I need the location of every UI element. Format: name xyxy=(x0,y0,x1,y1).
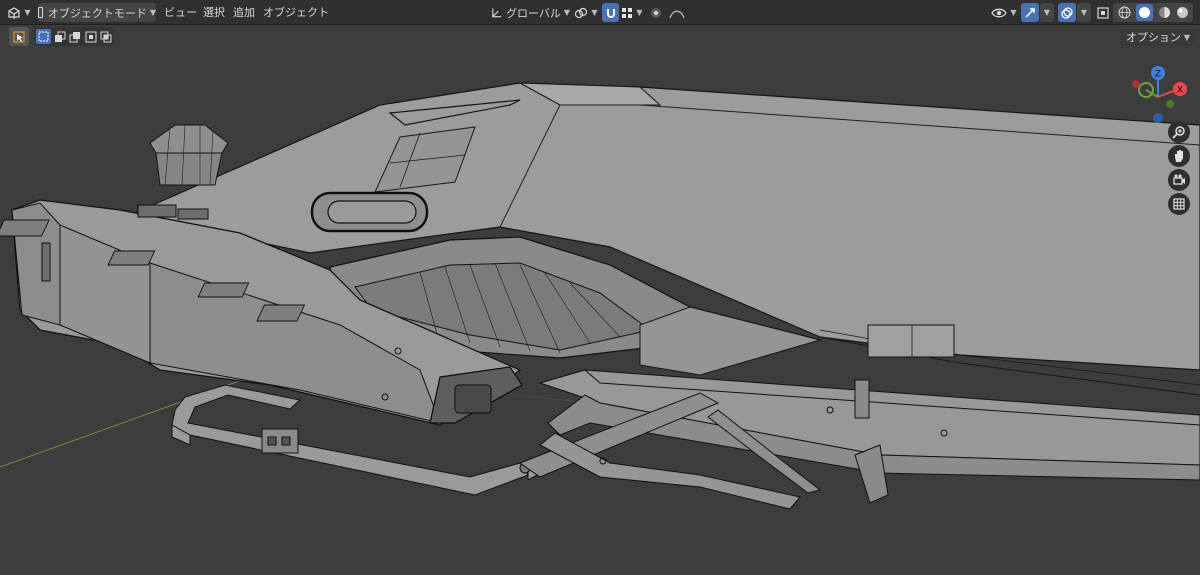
chevron-down-icon: ▼ xyxy=(24,8,31,17)
object-mode-icon xyxy=(38,7,43,18)
orientation-label: グローバル xyxy=(505,6,561,20)
snap-increment-icon xyxy=(622,7,633,18)
chevron-down-icon: ▼ xyxy=(636,8,643,17)
chevron-down-icon: ▼ xyxy=(149,8,156,17)
select-mode-set-button[interactable] xyxy=(35,29,51,44)
select-intersect-icon[interactable] xyxy=(100,31,112,43)
hand-pan-icon xyxy=(1175,150,1183,162)
material-shading-icon[interactable] xyxy=(1158,6,1171,19)
select-set-icon xyxy=(38,31,49,42)
menu-object[interactable]: オブジェクト xyxy=(263,3,329,22)
pivot-point-dropdown[interactable]: ▼ xyxy=(573,3,599,22)
xray-toggle[interactable] xyxy=(1095,3,1111,22)
grid-ortho-icon xyxy=(1173,198,1185,210)
select-tool-button[interactable] xyxy=(9,27,29,46)
mode-label: オブジェクトモード xyxy=(47,6,147,20)
pan-button[interactable] xyxy=(1168,145,1190,167)
viewport-header: ▼ オブジェクトモード ▼ ビュー 選択 追加 オブジェクト グローバル ▼ ▼ xyxy=(0,0,1200,25)
chevron-down-icon: ▼ xyxy=(1080,8,1088,17)
chevron-down-icon: ▼ xyxy=(591,8,598,17)
overlays-icon xyxy=(1061,6,1073,19)
select-invert-icon[interactable] xyxy=(85,31,97,43)
select-subtract-icon[interactable] xyxy=(69,31,81,43)
gizmo-x-label: X xyxy=(1177,86,1183,96)
gizmo-dropdown[interactable]: ▼ xyxy=(1040,3,1054,22)
gizmo-neg-z[interactable] xyxy=(1153,113,1163,123)
snap-toggle[interactable] xyxy=(602,3,619,22)
3d-viewport-icon xyxy=(8,6,21,19)
wireframe-shading-icon[interactable] xyxy=(1118,6,1131,19)
camera-icon xyxy=(1173,174,1185,185)
chevron-down-icon: ▼ xyxy=(1010,8,1017,17)
camera-view-button[interactable] xyxy=(1168,169,1190,191)
falloff-curve-icon xyxy=(669,10,685,18)
mode-dropdown[interactable]: オブジェクトモード ▼ xyxy=(38,3,156,22)
snap-magnet-icon xyxy=(606,8,615,18)
select-mode-group xyxy=(34,27,114,46)
gizmo-neg-y[interactable] xyxy=(1166,100,1174,108)
options-dropdown[interactable]: オプション ▼ xyxy=(1119,28,1196,46)
gizmo-arrow-icon xyxy=(1025,7,1035,18)
3d-viewport[interactable]: オプション ▼ Z X xyxy=(0,25,1200,575)
editor-type-button[interactable]: ▼ xyxy=(4,3,34,22)
chevron-down-icon: ▼ xyxy=(1183,32,1190,42)
menu-add[interactable]: 追加 xyxy=(233,3,255,22)
overlays-toggle[interactable] xyxy=(1058,3,1076,22)
zoom-icon xyxy=(1172,126,1185,139)
solid-shading-icon xyxy=(1138,7,1150,18)
dome-turret xyxy=(149,124,229,186)
options-label: オプション xyxy=(1125,31,1181,44)
proportional-edit-icon xyxy=(650,7,661,18)
chevron-down-icon: ▼ xyxy=(563,8,570,17)
eye-icon xyxy=(991,8,1008,17)
proportional-edit-toggle[interactable] xyxy=(648,3,663,22)
solid-shading-button[interactable] xyxy=(1135,4,1153,21)
menu-view[interactable]: ビュー xyxy=(164,3,197,22)
select-extend-icon[interactable] xyxy=(54,31,66,43)
shading-mode-group xyxy=(1113,3,1193,22)
transform-orientation-dropdown[interactable]: グローバル ▼ xyxy=(490,3,570,22)
menu-select[interactable]: 選択 xyxy=(203,3,225,22)
rendered-shading-icon[interactable] xyxy=(1176,6,1189,19)
gizmo-z-label: Z xyxy=(1155,70,1161,80)
gizmo-toggle[interactable] xyxy=(1021,3,1039,22)
chevron-down-icon: ▼ xyxy=(1043,8,1051,17)
xray-icon xyxy=(1097,6,1109,19)
gizmo-neg-x[interactable] xyxy=(1132,80,1140,88)
model-render xyxy=(0,25,1200,575)
pivot-point-icon xyxy=(575,7,588,18)
ortho-toggle-button[interactable] xyxy=(1168,193,1190,215)
transform-axes-icon xyxy=(492,7,502,17)
falloff-dropdown[interactable] xyxy=(665,3,689,22)
zoom-button[interactable] xyxy=(1168,121,1190,143)
select-box-icon xyxy=(13,31,25,42)
snap-target-dropdown[interactable]: ▼ xyxy=(620,3,644,22)
overlays-dropdown[interactable]: ▼ xyxy=(1077,3,1091,22)
visibility-dropdown[interactable]: ▼ xyxy=(990,3,1018,22)
